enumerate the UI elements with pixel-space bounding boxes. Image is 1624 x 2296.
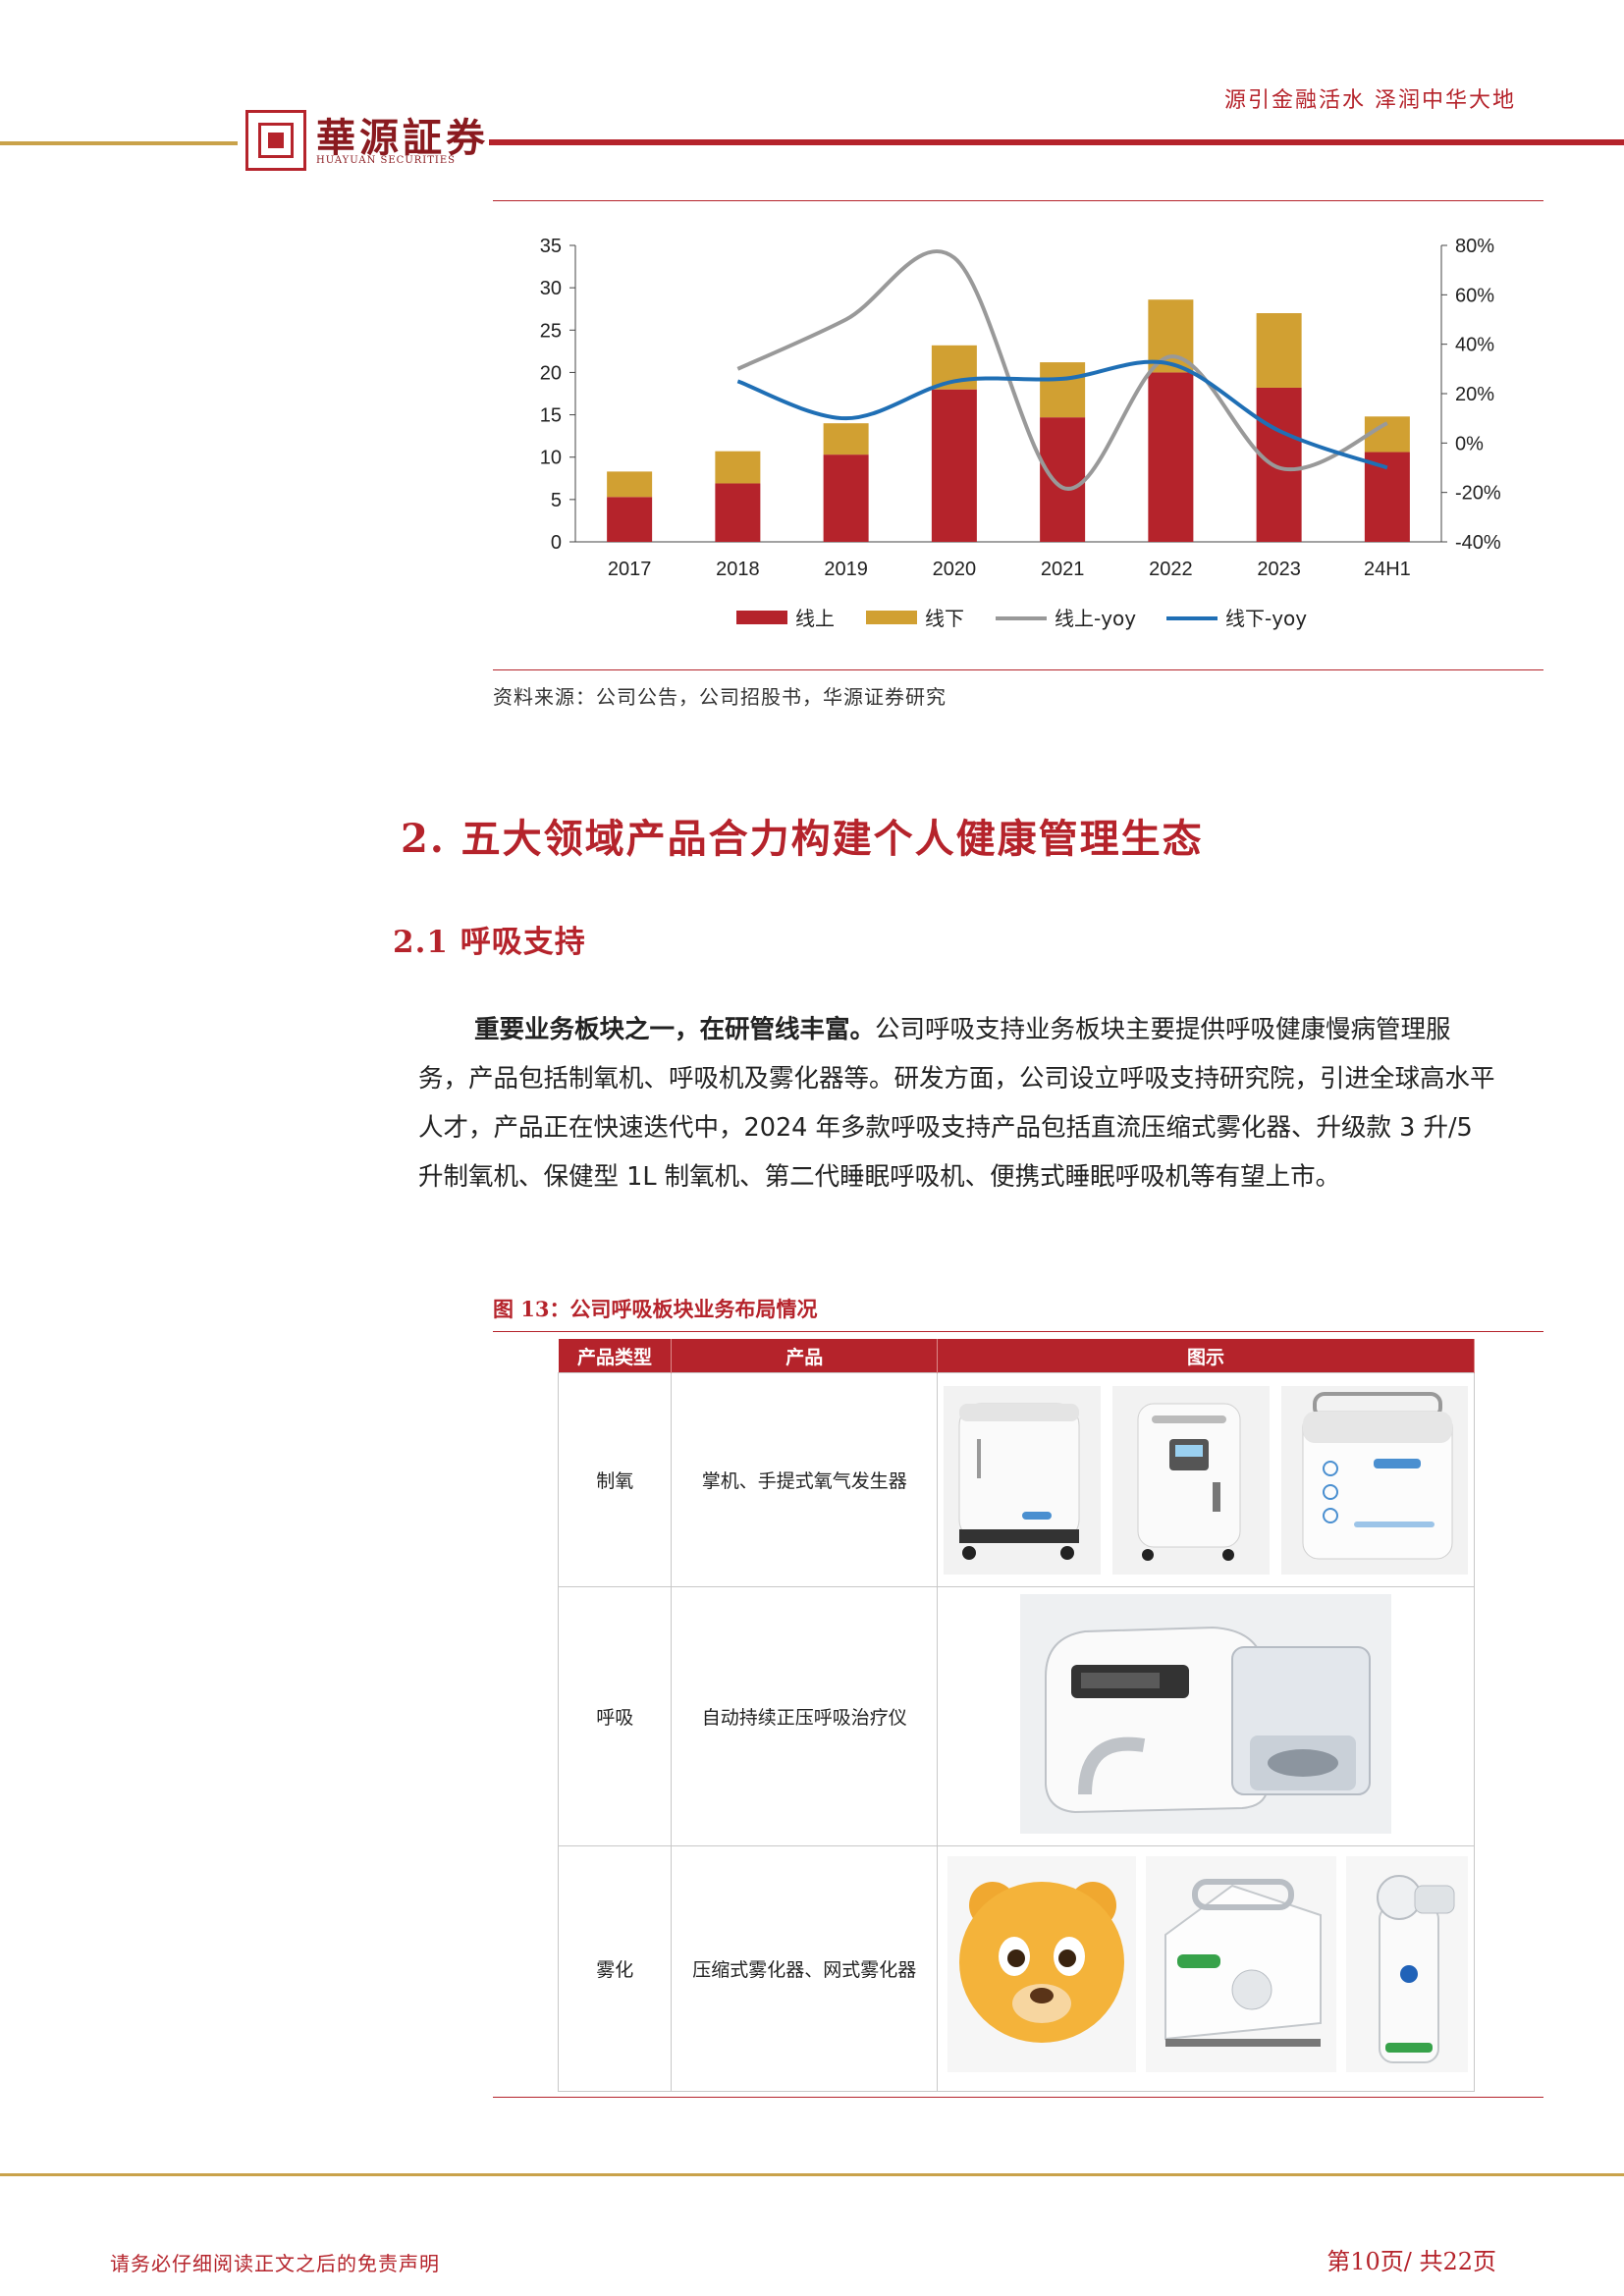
para-lead: 重要业务板块之一，在研管线丰富。 [474, 1015, 876, 1044]
legend-swatch [866, 611, 917, 624]
y-tick-label: 30 [540, 278, 562, 299]
nebulizer-image-cell [937, 1845, 1475, 2092]
y-tick-label: 20 [540, 362, 562, 384]
table-row: 制氧 掌机、手提式氧气发生器 [557, 1372, 1475, 1587]
header-slogan: 源引金融活水 泽润中华大地 [1224, 88, 1516, 113]
row-type: 呼吸 [557, 1586, 673, 1846]
footer-rule [0, 2173, 1624, 2176]
product-table: 产品类型 产品 图示 制氧 掌机、手提式氧气发生器 呼吸 自动持续正压呼吸治疗仪… [557, 1339, 1475, 2092]
x-tick-label: 2019 [824, 559, 868, 580]
header-gold-rule [0, 141, 238, 145]
row-product: 掌机、手提式氧气发生器 [671, 1372, 938, 1587]
bar-offline [1256, 313, 1302, 388]
bar-offline [1040, 362, 1086, 418]
bar-online [607, 497, 653, 542]
col-header-product: 产品 [671, 1339, 938, 1373]
source-note: 资料来源：公司公告，公司招股书，华源证券研究 [493, 685, 947, 709]
bar-online [1364, 452, 1410, 542]
legend-label: 线下-yoy [1225, 607, 1307, 630]
y-tick-label: 15 [540, 405, 562, 427]
chart-top-rule [493, 200, 1543, 201]
y-tick-label: 10 [540, 448, 562, 469]
bar-online [715, 483, 761, 542]
y2-tick-label: 60% [1455, 285, 1494, 306]
y2-tick-label: 40% [1455, 335, 1494, 356]
y-tick-label: 35 [540, 236, 562, 257]
figure-bottom-rule [493, 2097, 1543, 2098]
sales-chart: 0 5 10 15 20 25 30 35 -40% -20% 0% 20% 40% 60% 80% 2017… [540, 236, 1501, 630]
bar-offline [715, 451, 761, 484]
x-tick-label: 2022 [1149, 559, 1193, 580]
y-tick-label: 25 [540, 320, 562, 342]
row-type: 制氧 [557, 1372, 673, 1587]
page-number: 第10页/ 共22页 [1326, 2248, 1496, 2275]
col-header-image: 图示 [937, 1339, 1475, 1373]
table-row: 雾化 压缩式雾化器、网式雾化器 [557, 1845, 1475, 2092]
bar-offline [823, 423, 869, 455]
y2-tick-label: 80% [1455, 236, 1494, 257]
x-tick-label: 2017 [608, 559, 652, 580]
y2-tick-label: 0% [1455, 433, 1484, 454]
bar-online [1040, 417, 1086, 542]
x-tick-label: 2021 [1041, 559, 1085, 580]
section-heading: 2. 五大领域产品合力构建个人健康管理生态 [401, 816, 1204, 862]
bar-online [1148, 372, 1194, 542]
row-product: 自动持续正压呼吸治疗仪 [671, 1586, 938, 1846]
bar-online [931, 389, 977, 542]
legend-label: 线上 [795, 607, 835, 630]
x-tick-label: 2023 [1257, 559, 1301, 580]
chart-bottom-rule [493, 669, 1543, 670]
oxygen-concentrator-images [944, 1386, 1468, 1575]
table-row: 呼吸 自动持续正压呼吸治疗仪 [557, 1586, 1475, 1846]
row-type: 雾化 [557, 1845, 673, 2092]
x-tick-label: 24H1 [1364, 559, 1411, 580]
legend-label: 线上-yoy [1055, 607, 1136, 630]
x-tick-label: 2018 [716, 559, 760, 580]
header-red-rule [489, 139, 1624, 145]
bar-offline [607, 471, 653, 498]
y2-tick-label: -20% [1455, 483, 1501, 505]
bar-online [823, 454, 869, 542]
legend-swatch [736, 611, 787, 624]
row-product: 压缩式雾化器、网式雾化器 [671, 1845, 938, 2092]
footer-disclaimer: 请务必仔细阅读正文之后的免责声明 [110, 2252, 440, 2275]
y-tick-label: 0 [551, 532, 562, 554]
bar-online [1256, 387, 1302, 542]
logo-icon [245, 110, 306, 171]
cpap-image-cell [937, 1586, 1475, 1846]
y2-tick-label: -40% [1455, 532, 1501, 554]
legend-label: 线下 [925, 607, 964, 630]
subsection-heading: 2.1 呼吸支持 [393, 925, 586, 960]
figure-title: 图 13：公司呼吸板块业务布局情况 [493, 1297, 818, 1321]
y2-tick-label: 20% [1455, 384, 1494, 405]
body-paragraph: 重要业务板块之一，在研管线丰富。公司呼吸支持业务板块主要提供呼吸健康慢病管理服务… [418, 1005, 1498, 1201]
y-tick-label: 5 [551, 490, 562, 511]
logo-subtitle: HUAYUAN SECURITIES [316, 155, 457, 166]
figure-top-rule [493, 1331, 1543, 1332]
x-tick-label: 2020 [933, 559, 977, 580]
nebulizer-images [947, 1856, 1468, 2072]
cpap-device-image [1020, 1594, 1391, 1834]
col-header-type: 产品类型 [558, 1339, 673, 1373]
oxygen-images [937, 1372, 1475, 1587]
